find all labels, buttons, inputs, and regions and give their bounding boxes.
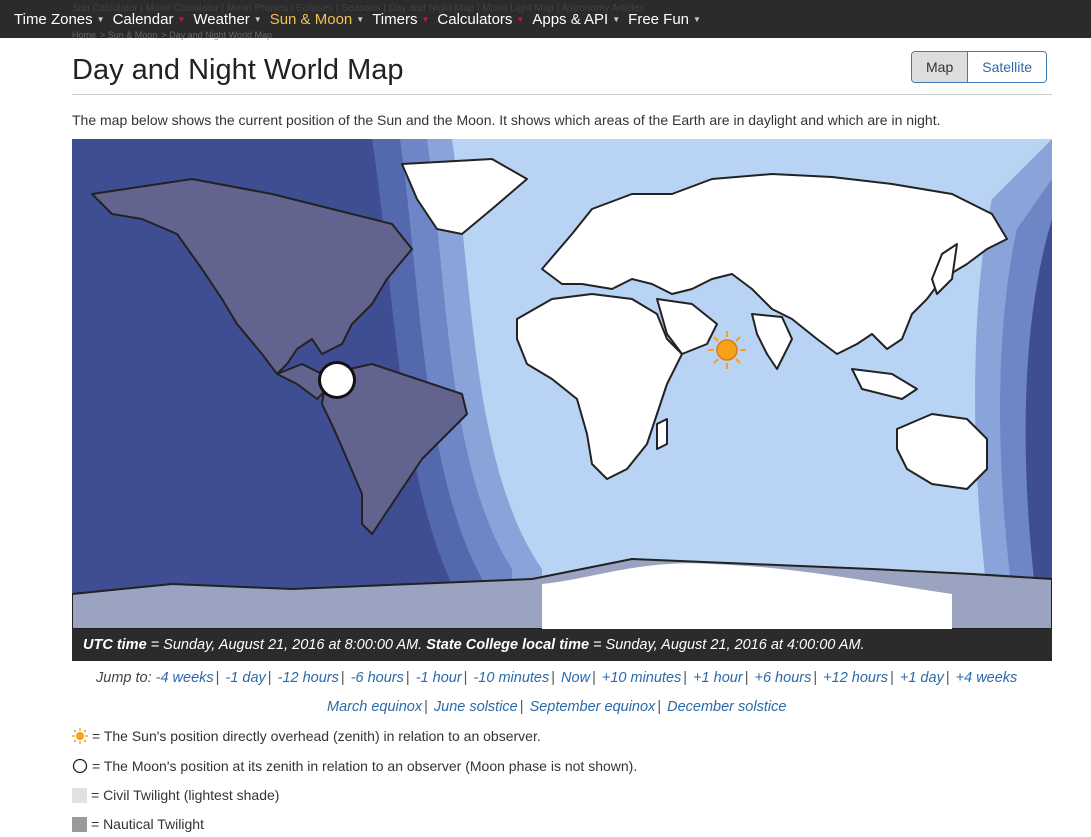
caret-down-icon: ▼ [612,14,621,24]
breadcrumb-sun-moon[interactable]: Sun & Moon [108,30,158,40]
day-night-map[interactable] [72,139,1052,629]
caret-down-icon: ▼ [516,14,525,24]
jump-label: Jump to: [96,670,152,686]
jump-link[interactable]: Now [561,670,590,686]
madagascar [656,418,668,450]
sun-icon [72,728,88,744]
page-title: Day and Night World Map [72,54,404,86]
view-toggle: Map Satellite [911,51,1048,83]
legend-sun: = The Sun's position directly overhead (… [72,728,541,744]
jump-link[interactable]: +1 day [900,670,944,686]
equinox-link[interactable]: September equinox [530,699,656,715]
jump-link[interactable]: -4 weeks [156,670,214,686]
utc-label: UTC time [83,637,147,653]
breadcrumb-home[interactable]: Home [72,30,96,40]
caret-down-icon: ▼ [693,14,701,24]
caret-down-icon: ▼ [96,14,105,24]
moon-icon [72,758,88,774]
satellite-view-button[interactable]: Satellite [968,52,1047,82]
civil-twilight-swatch [72,787,87,803]
legend-nautical-text: = Nautical Twilight [91,816,204,832]
map-view-button[interactable]: Map [912,52,969,82]
caret-down-icon: ▼ [177,14,186,24]
moon-icon [318,361,356,399]
map-svg [72,139,1052,629]
equinox-link[interactable]: March equinox [327,699,422,715]
legend-civil-text: = Civil Twilight (lightest shade) [91,787,280,803]
local-label: State College local time [426,637,590,653]
sub-navigation[interactable]: Sun Calculator | Moon Calculator | Moon … [72,3,644,14]
time-caption: UTC time = Sunday, August 21, 2016 at 8:… [72,629,1052,661]
jump-link[interactable]: -1 day [225,670,265,686]
intro-text: The map below shows the current position… [72,112,941,128]
nautical-twilight-swatch [72,816,87,832]
legend-moon: = The Moon's position at its zenith in r… [72,758,637,774]
local-value: = Sunday, August 21, 2016 at 4:00:00 AM. [589,637,865,653]
legend-sun-text: = The Sun's position directly overhead (… [92,728,541,744]
jump-link[interactable]: -6 hours [351,670,404,686]
breadcrumb-current: Day and Night World Map [169,30,272,40]
breadcrumb: Home > Sun & Moon > Day and Night World Ma… [72,30,272,40]
jump-link[interactable]: -1 hour [416,670,462,686]
equinox-link[interactable]: June solstice [434,699,518,715]
jump-link[interactable]: +10 minutes [602,670,681,686]
jump-to-links: Jump to: -4 weeks | -1 day | -12 hours | -6… [96,670,1018,686]
legend-nautical-twilight: = Nautical Twilight [72,816,204,832]
jump-link[interactable]: +12 hours [823,670,888,686]
legend-civil-twilight: = Civil Twilight (lightest shade) [72,787,279,803]
caret-down-icon: ▼ [356,14,365,24]
jump-link[interactable]: -12 hours [278,670,339,686]
legend-moon-text: = The Moon's position at its zenith in r… [92,758,638,774]
jump-link[interactable]: +6 hours [755,670,812,686]
utc-value: = Sunday, August 21, 2016 at 8:00:00 AM. [146,637,427,653]
equinox-links: March equinox | June solstice | September … [327,699,787,715]
caret-down-icon: ▼ [421,14,430,24]
title-divider [72,94,1052,95]
jump-link[interactable]: -10 minutes [473,670,549,686]
jump-link[interactable]: +1 hour [693,670,743,686]
equinox-link[interactable]: December solstice [667,699,786,715]
caret-down-icon: ▼ [253,14,262,24]
jump-link[interactable]: +4 weeks [956,670,1018,686]
